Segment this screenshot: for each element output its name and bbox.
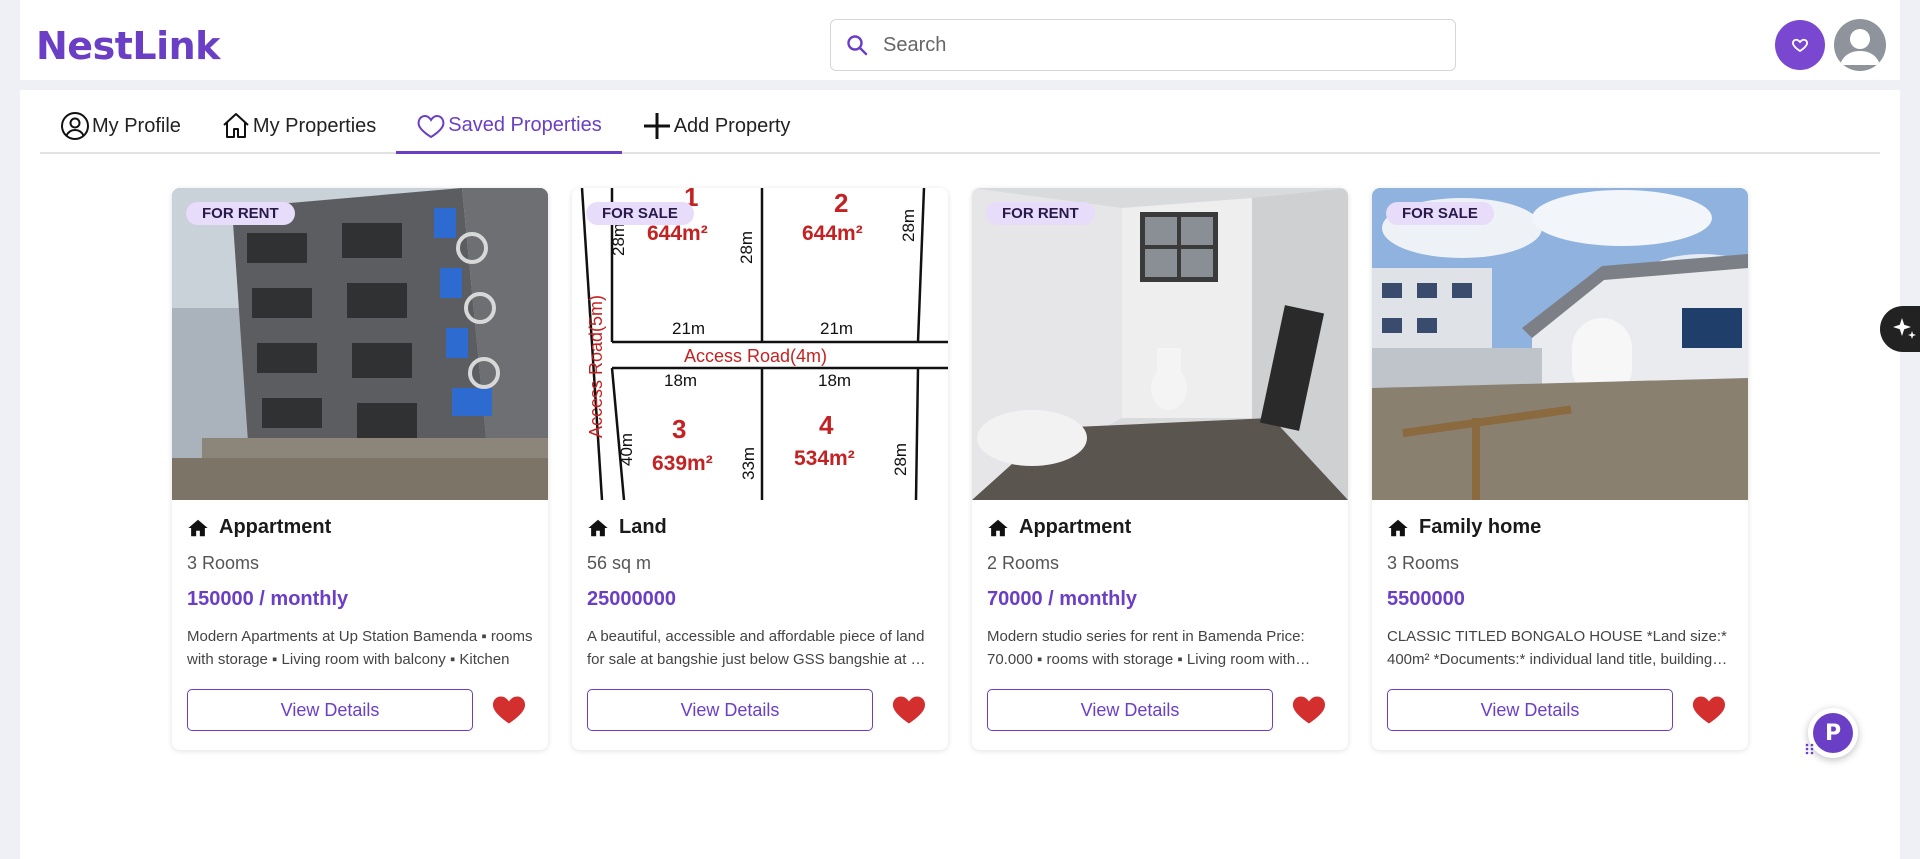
- dimension-label: 21m: [672, 319, 705, 338]
- user-avatar[interactable]: [1834, 19, 1886, 71]
- listing-badge: FOR RENT: [186, 202, 295, 225]
- heart-outline-icon: [1792, 38, 1808, 53]
- plot-area: 639m²: [652, 452, 713, 475]
- plot-area: 534m²: [794, 447, 855, 470]
- property-card: 1 644m² 2 644m² 3 639m² 4 534m² Access R…: [572, 188, 948, 750]
- home-solid-icon: [1388, 519, 1408, 536]
- floating-widget-button[interactable]: P: [1808, 708, 1858, 758]
- property-description: Modern Apartments at Up Station Bamenda …: [187, 628, 533, 668]
- plot-number: 4: [819, 410, 834, 440]
- dimension-label: 18m: [664, 371, 697, 390]
- tab-label: Add Property: [673, 114, 791, 137]
- dimension-label: 40m: [617, 433, 636, 466]
- dimension-label: 33m: [739, 447, 758, 480]
- apartment-building-illustration: [172, 188, 548, 500]
- home-icon: [223, 113, 249, 138]
- property-image-family-house[interactable]: FOR SALE: [1372, 188, 1748, 500]
- access-road-horizontal: Access Road(4m): [684, 346, 827, 366]
- tab-label: Saved Properties: [448, 114, 602, 136]
- tab-label: My Profile: [92, 114, 181, 137]
- property-description: A beautiful, accessible and affordable p…: [587, 628, 928, 668]
- land-plot-map: 1 644m² 2 644m² 3 639m² 4 534m² Access R…: [572, 188, 948, 500]
- top-header: NestLink: [20, 0, 1900, 90]
- property-price: 70000 / monthly: [987, 588, 1138, 610]
- property-price: 25000000: [587, 588, 676, 610]
- dimension-label: 28m: [737, 231, 756, 264]
- property-description: Modern studio series for rent in Bamenda…: [987, 628, 1305, 668]
- saved-heart-icon[interactable]: [1691, 692, 1727, 728]
- tab-my-profile[interactable]: My Profile: [40, 100, 201, 152]
- view-details-button[interactable]: View Details: [587, 689, 873, 731]
- dimension-label: 28m: [609, 223, 628, 256]
- property-card: FOR SALE Family home 3 Rooms 5500000 CLA…: [1372, 188, 1748, 750]
- search-bar[interactable]: [830, 19, 1456, 71]
- property-size: 2 Rooms: [987, 553, 1060, 573]
- profile-tabs: My Profile My Properties Saved Propertie…: [40, 100, 1880, 154]
- user-circle-icon: [61, 112, 89, 140]
- sparkle-icon: [1893, 318, 1916, 339]
- saved-heart-icon[interactable]: [891, 692, 927, 728]
- dimension-label: 21m: [820, 319, 853, 338]
- plot-area: 644m²: [647, 222, 708, 245]
- plus-icon: [643, 113, 670, 139]
- favorites-button[interactable]: [1775, 20, 1825, 70]
- home-solid-icon: [588, 519, 608, 536]
- property-price: 5500000: [1387, 588, 1465, 610]
- property-type-label: Appartment: [219, 516, 332, 538]
- plot-area: 644m²: [802, 222, 863, 245]
- property-size: 3 Rooms: [1387, 553, 1460, 573]
- property-image-bathroom[interactable]: FOR RENT: [972, 188, 1348, 500]
- plot-number: 3: [672, 414, 686, 444]
- app-logo[interactable]: NestLink: [36, 24, 220, 68]
- dimension-label: 28m: [899, 209, 918, 242]
- tab-add-property[interactable]: Add Property: [622, 100, 811, 152]
- listing-badge: FOR SALE: [1386, 202, 1494, 225]
- drag-handle-icon[interactable]: [1805, 742, 1815, 756]
- saved-heart-icon[interactable]: [1291, 692, 1327, 728]
- tab-my-properties[interactable]: My Properties: [201, 100, 396, 152]
- tab-label: My Properties: [252, 114, 377, 137]
- property-type: Appartment: [987, 516, 1333, 539]
- home-solid-icon: [988, 519, 1008, 536]
- property-card: FOR RENT Appartment 3 Rooms 150000 / mon…: [172, 188, 548, 750]
- property-type: Appartment: [187, 516, 533, 539]
- access-road-vertical: Access Road(5m): [586, 295, 606, 438]
- view-details-button[interactable]: View Details: [187, 689, 473, 731]
- property-type-label: Appartment: [1019, 516, 1132, 538]
- property-image-land-plot[interactable]: 1 644m² 2 644m² 3 639m² 4 534m² Access R…: [572, 188, 948, 500]
- property-price: 150000 / monthly: [187, 588, 349, 610]
- property-size: 3 Rooms: [187, 553, 260, 573]
- search-icon: [847, 35, 868, 56]
- listing-badge: FOR RENT: [986, 202, 1095, 225]
- property-size: 56 sq m: [587, 553, 652, 573]
- view-details-button[interactable]: View Details: [987, 689, 1273, 731]
- dimension-label: 28m: [891, 443, 910, 476]
- family-house-illustration: [1372, 188, 1748, 500]
- saved-heart-icon[interactable]: [491, 692, 527, 728]
- property-type-label: Land: [619, 516, 667, 538]
- search-input[interactable]: [883, 33, 1423, 57]
- user-avatar-icon: [1840, 29, 1880, 65]
- heart-icon: [417, 114, 445, 138]
- ai-assistant-tab[interactable]: [1880, 306, 1920, 352]
- property-type: Family home: [1387, 516, 1733, 539]
- saved-properties-grid: FOR RENT Appartment 3 Rooms 150000 / mon…: [172, 188, 1748, 750]
- property-description: CLASSIC TITLED BONGALO HOUSE *Land size:…: [1387, 628, 1727, 668]
- plot-number: 2: [834, 188, 848, 218]
- property-card: FOR RENT Appartment 2 Rooms 70000 / mont…: [972, 188, 1348, 750]
- property-image-apartment-building[interactable]: FOR RENT: [172, 188, 548, 500]
- tab-saved-properties[interactable]: Saved Properties: [396, 100, 622, 154]
- bathroom-illustration: [972, 188, 1348, 500]
- listing-badge: FOR SALE: [586, 202, 694, 225]
- dimension-label: 18m: [818, 371, 851, 390]
- property-type: Land: [587, 516, 933, 539]
- widget-logo: P: [1813, 713, 1853, 753]
- property-type-label: Family home: [1419, 516, 1542, 538]
- home-solid-icon: [188, 519, 208, 536]
- view-details-button[interactable]: View Details: [1387, 689, 1673, 731]
